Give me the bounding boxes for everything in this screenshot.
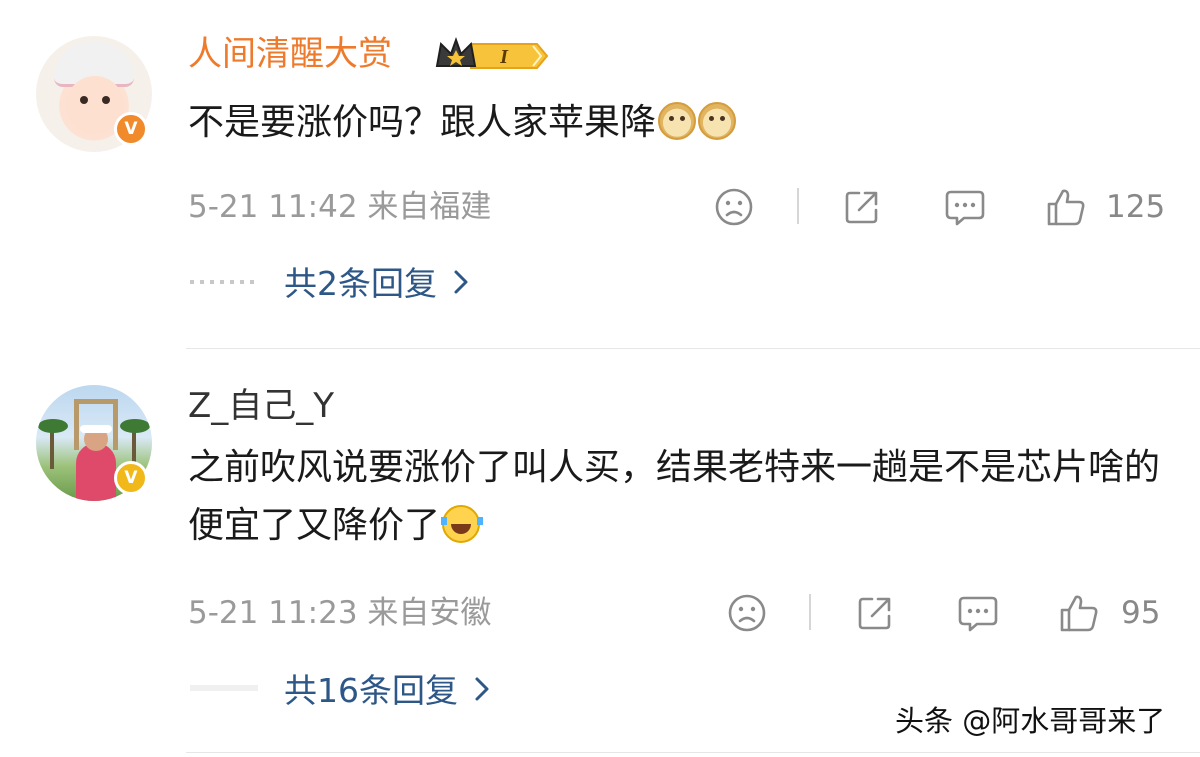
action-bar: 95 — [0, 588, 1200, 638]
watermark: 头条 @阿水哥哥来了 — [895, 704, 1166, 738]
vip-crown-badge-icon: I — [435, 37, 549, 69]
verified-badge-icon: V — [114, 461, 148, 495]
comment-item: V 人间清醒大赏 I 不是要涨价吗？跟人家苹果降 5-21 11:42 来自福建… — [0, 0, 1200, 349]
share-icon — [845, 191, 878, 224]
share-button[interactable] — [839, 186, 885, 228]
username[interactable]: Z_自己_Y — [188, 386, 334, 426]
avatar-eye-shape — [80, 96, 88, 104]
like-count: 95 — [1121, 595, 1161, 631]
action-bar: 125 — [0, 182, 1200, 232]
avatar-eye-shape — [102, 96, 110, 104]
doge-emoji-icon — [658, 102, 697, 140]
like-count: 125 — [1106, 189, 1166, 225]
verified-badge-icon: V — [114, 112, 148, 146]
reply-thread-dots — [190, 280, 258, 284]
divider — [797, 188, 799, 224]
replies-label: 共16条回复 — [284, 671, 458, 710]
doge-emoji-icon — [698, 102, 737, 140]
avatar-palm-leaf-shape — [38, 419, 68, 433]
level-badge-text: I — [499, 46, 509, 68]
avatar-palm-leaf-shape — [120, 419, 150, 433]
replies-label: 共2条回复 — [284, 264, 437, 303]
chevron-right-icon — [474, 669, 490, 713]
comment-text: 之前吹风说要涨价了叫人买，结果老特来一趟是不是芯片啥的便宜了又降价了 — [188, 439, 1168, 555]
share-button[interactable] — [852, 592, 898, 634]
like-thumb-icon — [1060, 595, 1098, 632]
comment-text-body: 之前吹风说要涨价了叫人买，结果老特来一趟是不是芯片啥的便宜了又降价了 — [188, 447, 1161, 546]
comment-icon — [958, 596, 998, 632]
avatar-person-shape — [76, 443, 116, 501]
divider — [809, 594, 811, 630]
comment-text: 不是要涨价吗？跟人家苹果降 — [188, 94, 1168, 152]
comment-item: V Z_自己_Y 之前吹风说要涨价了叫人买，结果老特来一趟是不是芯片啥的便宜了又… — [0, 349, 1200, 757]
reply-thread-dots — [190, 685, 258, 691]
comment-icon — [945, 190, 985, 226]
comment-button[interactable] — [954, 592, 1002, 634]
like-button[interactable] — [1056, 592, 1102, 634]
comment-button[interactable] — [941, 186, 989, 228]
comment-text-body: 不是要涨价吗？跟人家苹果降 — [188, 102, 657, 143]
like-button[interactable] — [1043, 186, 1089, 228]
avatar-visor-shape — [80, 425, 112, 433]
dislike-button[interactable] — [711, 186, 757, 228]
avatar-palm-shape — [50, 429, 54, 469]
view-replies-link[interactable]: 共16条回复 — [284, 669, 490, 713]
view-replies-link[interactable]: 共2条回复 — [284, 262, 469, 306]
share-icon — [858, 597, 891, 630]
laugh-cry-emoji-icon — [441, 505, 484, 543]
comment-divider — [186, 752, 1200, 753]
dislike-face-icon — [715, 188, 753, 226]
dislike-face-icon — [728, 594, 766, 632]
like-thumb-icon — [1047, 189, 1085, 226]
username[interactable]: 人间清醒大赏 — [188, 34, 392, 74]
dislike-button[interactable] — [724, 592, 770, 634]
chevron-right-icon — [453, 262, 469, 306]
